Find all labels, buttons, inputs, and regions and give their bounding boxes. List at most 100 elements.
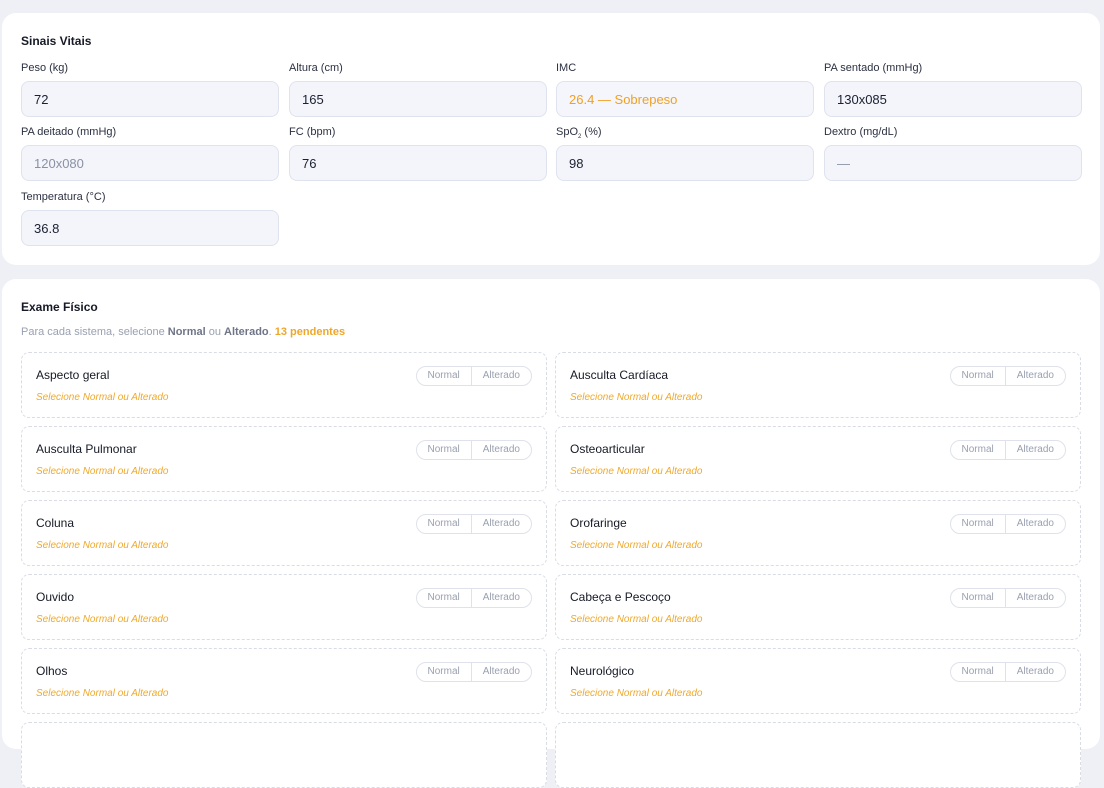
exam-system-name: Orofaringe <box>570 516 627 530</box>
field-spo2-label: SpO2 (%) <box>556 125 814 140</box>
normal-altered-toggle: Normal Alterado <box>949 588 1066 608</box>
normal-option[interactable]: Normal <box>417 515 471 533</box>
exam-system-name: Ausculta Cardíaca <box>570 368 669 382</box>
selection-pending-note: Selecione Normal ou Alterado <box>570 392 703 403</box>
exam-system-item: Osteoarticular Normal Alterado Selecione No… <box>555 426 1081 492</box>
exam-system-item: Cabeça e Pescoço Normal Alterado Selecione … <box>555 574 1081 640</box>
exam-hint: Para cada sistema, selecione Normal ou A… <box>21 326 345 338</box>
dextro-input[interactable]: — <box>824 145 1082 181</box>
exam-card: Exame Físico Para cada sistema, selecion… <box>2 279 1100 788</box>
normal-altered-toggle: Normal Alterado <box>949 366 1066 386</box>
altered-option[interactable]: Alterado <box>470 589 531 607</box>
field-heart-rate: FC (bpm) 76 <box>289 125 547 181</box>
exam-system-name: Ouvido <box>36 590 75 604</box>
field-bmi-label: IMC <box>556 62 577 74</box>
selection-pending-note: Selecione Normal ou Alterado <box>570 614 703 625</box>
normal-option[interactable]: Normal <box>951 441 1005 459</box>
selection-pending-note: Selecione Normal ou Alterado <box>570 466 703 477</box>
altered-option[interactable]: Alterado <box>1004 589 1065 607</box>
exam-system-name: Coluna <box>36 516 75 530</box>
normal-option[interactable]: Normal <box>417 663 471 681</box>
field-dextro: Dextro (mg/dL) — <box>824 125 1082 181</box>
selection-pending-note: Selecione Normal ou Alterado <box>36 540 169 551</box>
exam-system-name: Olhos <box>36 664 68 678</box>
exam-system-name: Osteoarticular <box>570 442 645 456</box>
altered-option[interactable]: Alterado <box>1004 441 1065 459</box>
normal-altered-toggle: Normal Alterado <box>415 588 532 608</box>
pending-count: 13 pendentes <box>274 326 346 338</box>
field-heart-rate-label: FC (bpm) <box>289 126 336 138</box>
field-bp-sitting: PA sentado (mmHg) 130x085 <box>824 61 1082 117</box>
normal-option[interactable]: Normal <box>417 589 471 607</box>
exam-system-name: Aspecto geral <box>36 368 110 382</box>
field-height-label: Altura (cm) <box>289 62 343 74</box>
temperature-input[interactable]: 36.8 <box>21 210 279 246</box>
selection-pending-note: Selecione Normal ou Alterado <box>36 392 169 403</box>
normal-altered-toggle: Normal Alterado <box>949 662 1066 682</box>
field-bmi: IMC 26.4 — Sobrepeso <box>556 61 814 117</box>
field-height: Altura (cm) 165 <box>289 61 547 117</box>
exam-system-item <box>555 722 1081 788</box>
field-weight-label: Peso (kg) <box>21 62 69 74</box>
exam-system-item: Orofaringe Normal Alterado Selecione Normal… <box>555 500 1081 566</box>
exam-system-name: Neurológico <box>570 664 635 678</box>
exam-system-name: Cabeça e Pescoço <box>570 590 671 604</box>
normal-option[interactable]: Normal <box>951 367 1005 385</box>
field-bp-sitting-label: PA sentado (mmHg) <box>824 62 923 74</box>
field-bp-lying: PA deitado (mmHg) 120x080 <box>21 125 279 181</box>
field-temperature-label: Temperatura (°C) <box>21 191 106 203</box>
normal-option[interactable]: Normal <box>951 663 1005 681</box>
altered-option[interactable]: Alterado <box>1004 663 1065 681</box>
vitals-title: Sinais Vitais <box>21 34 92 48</box>
field-dextro-label: Dextro (mg/dL) <box>824 126 898 138</box>
selection-pending-note: Selecione Normal ou Alterado <box>36 614 169 625</box>
normal-option[interactable]: Normal <box>417 441 471 459</box>
hint-altered: Alterado <box>224 326 269 338</box>
normal-option[interactable]: Normal <box>951 515 1005 533</box>
bp-sitting-input[interactable]: 130x085 <box>824 81 1082 117</box>
exam-system-item: Aspecto geral Normal Alterado Selecione Nor… <box>21 352 547 418</box>
hint-normal: Normal <box>167 326 206 338</box>
hint-or: ou <box>205 326 225 338</box>
normal-option[interactable]: Normal <box>951 589 1005 607</box>
selection-pending-note: Selecione Normal ou Alterado <box>570 540 703 551</box>
selection-pending-note: Selecione Normal ou Alterado <box>570 688 703 699</box>
normal-altered-toggle: Normal Alterado <box>949 440 1066 460</box>
exam-system-item: Coluna Normal Alterado Selecione Normal ou … <box>21 500 547 566</box>
exam-system-item: Neurológico Normal Alterado Selecione Norma… <box>555 648 1081 714</box>
field-bp-lying-label: PA deitado (mmHg) <box>21 126 117 138</box>
hint-prefix: Para cada sistema, selecione <box>21 326 168 338</box>
altered-option[interactable]: Alterado <box>470 367 531 385</box>
exam-system-item: Olhos Normal Alterado Selecione Normal ou A… <box>21 648 547 714</box>
normal-option[interactable]: Normal <box>417 367 471 385</box>
normal-altered-toggle: Normal Alterado <box>415 514 532 534</box>
field-weight: Peso (kg) 72 <box>21 61 279 117</box>
altered-option[interactable]: Alterado <box>470 441 531 459</box>
altered-option[interactable]: Alterado <box>470 663 531 681</box>
vitals-card: Sinais Vitais Peso (kg) 72 Altura (cm) 1… <box>2 13 1100 265</box>
field-spo2: SpO2 (%) 98 <box>556 125 814 181</box>
selection-pending-note: Selecione Normal ou Alterado <box>36 466 169 477</box>
spo2-label-suffix: (%) <box>581 126 602 138</box>
normal-altered-toggle: Normal Alterado <box>415 440 532 460</box>
field-temperature: Temperatura (°C) 36.8 <box>21 190 279 246</box>
normal-altered-toggle: Normal Alterado <box>415 662 532 682</box>
weight-input[interactable]: 72 <box>21 81 279 117</box>
bmi-output: 26.4 — Sobrepeso <box>556 81 814 117</box>
exam-system-item: Ouvido Normal Alterado Selecione Normal ou … <box>21 574 547 640</box>
bp-lying-input[interactable]: 120x080 <box>21 145 279 181</box>
selection-pending-note: Selecione Normal ou Alterado <box>36 688 169 699</box>
height-input[interactable]: 165 <box>289 81 547 117</box>
exam-system-item <box>21 722 547 788</box>
exam-system-item: Ausculta Cardíaca Normal Alterado Selecione… <box>555 352 1081 418</box>
altered-option[interactable]: Alterado <box>470 515 531 533</box>
altered-option[interactable]: Alterado <box>1004 515 1065 533</box>
normal-altered-toggle: Normal Alterado <box>949 514 1066 534</box>
spo2-input[interactable]: 98 <box>556 145 814 181</box>
exam-title: Exame Físico <box>21 300 98 314</box>
normal-altered-toggle: Normal Alterado <box>415 366 532 386</box>
altered-option[interactable]: Alterado <box>1004 367 1065 385</box>
spo2-label-main: SpO <box>556 126 579 138</box>
heart-rate-input[interactable]: 76 <box>289 145 547 181</box>
exam-system-name: Ausculta Pulmonar <box>36 442 137 456</box>
